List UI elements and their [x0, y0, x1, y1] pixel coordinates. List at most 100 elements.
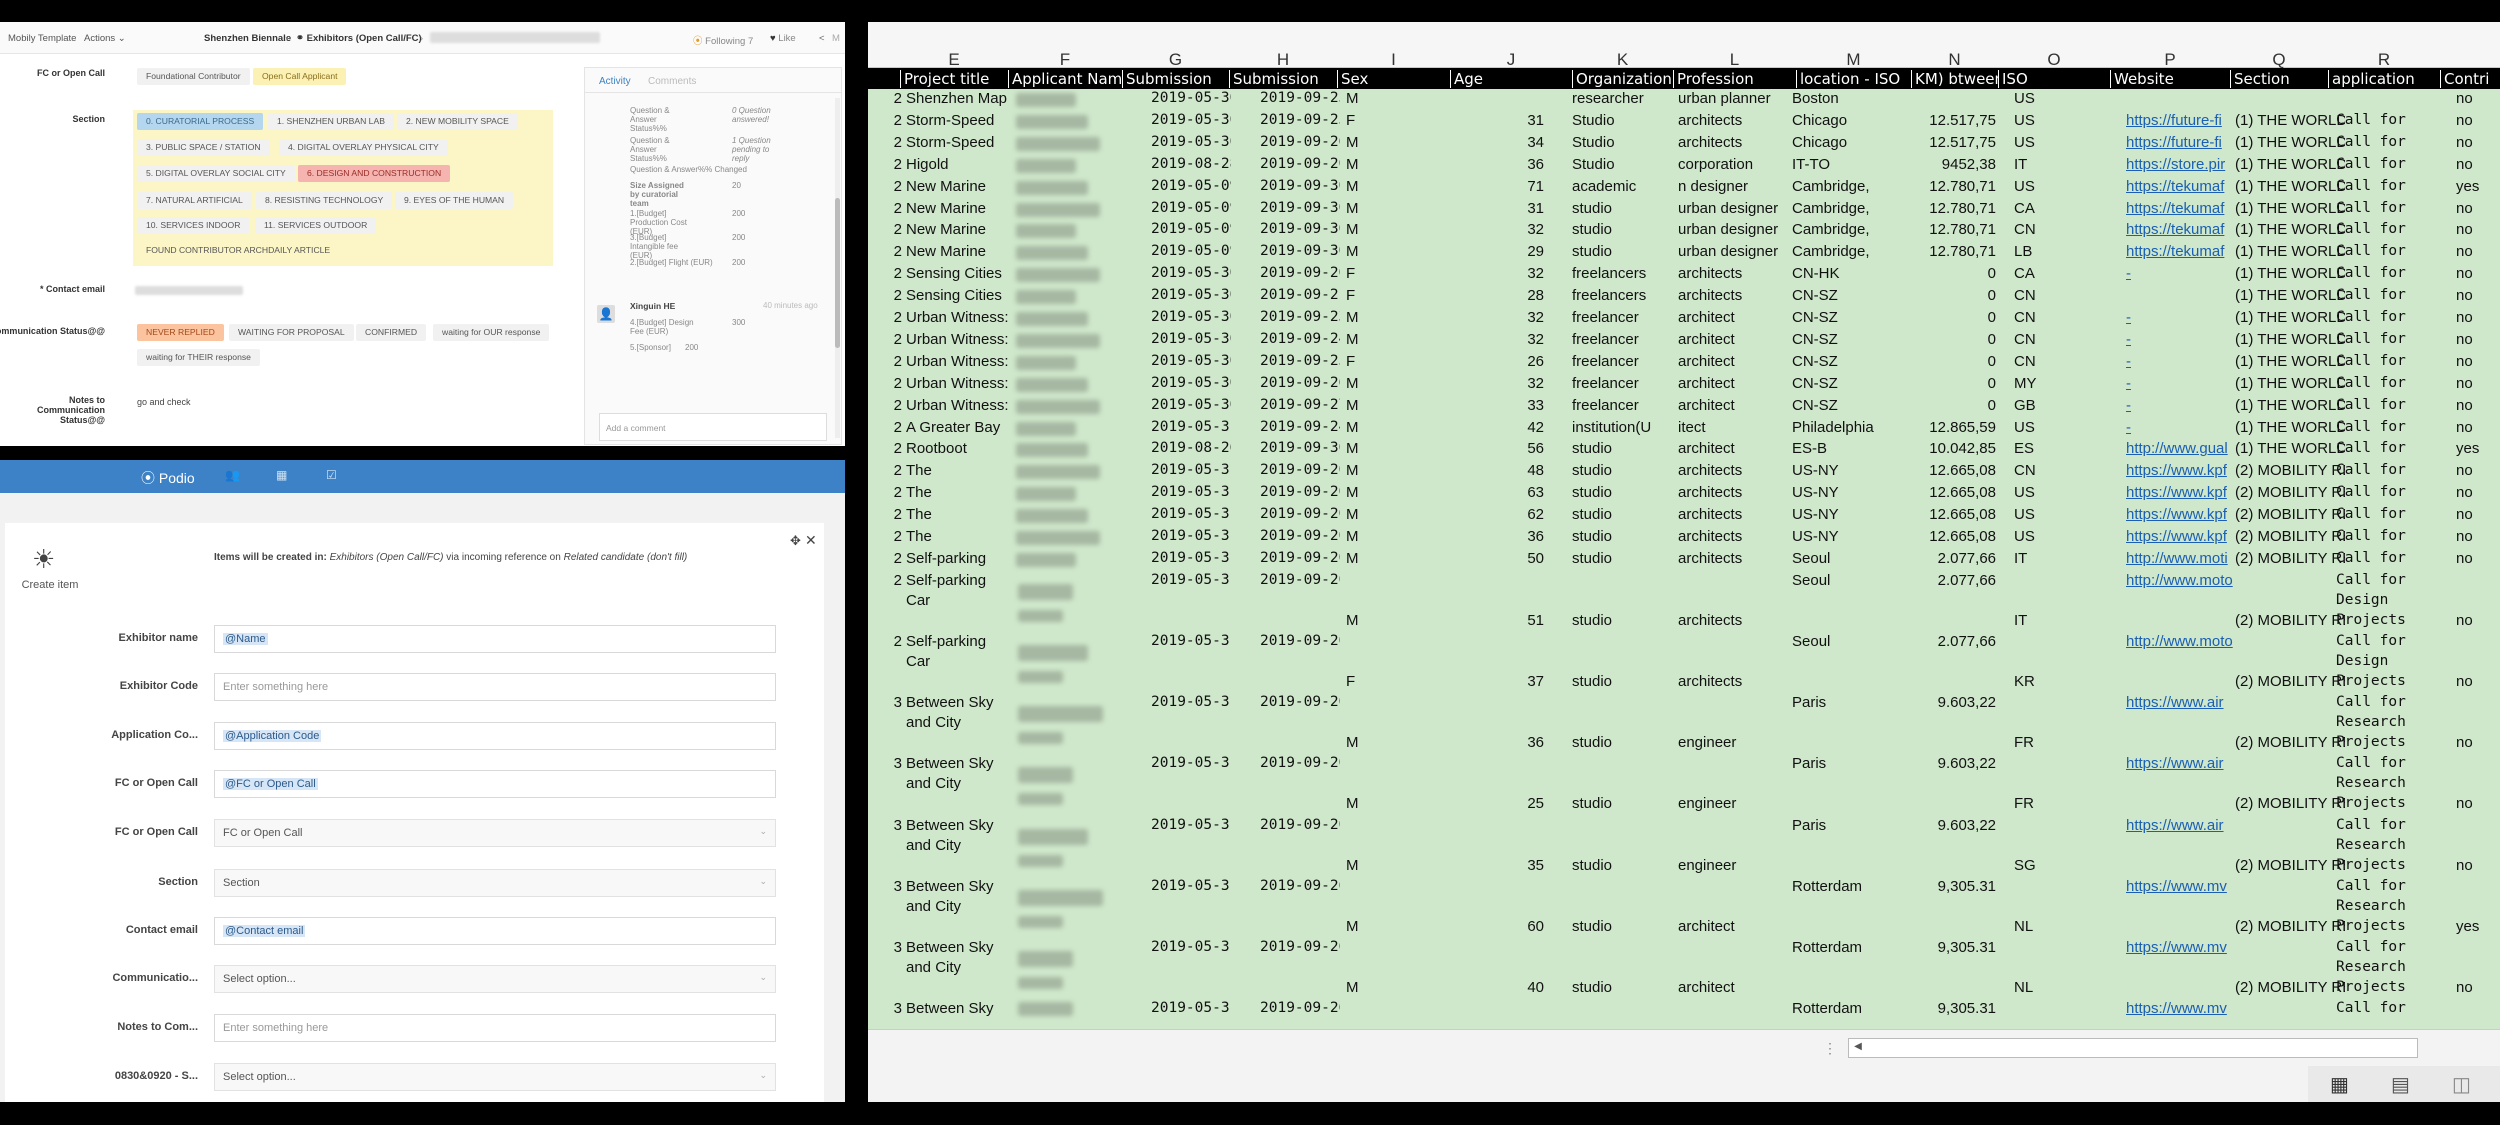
- submission-cell[interactable]: 2019-09-26: [1260, 134, 1340, 150]
- organization-cell[interactable]: studio: [1572, 221, 1672, 238]
- comm-option-our-response[interactable]: waiting for OUR response: [433, 324, 550, 341]
- row-num-cell[interactable]: 2: [888, 484, 902, 501]
- contribution-cell[interactable]: yes: [2456, 178, 2496, 195]
- contribution-cell[interactable]: no: [2456, 528, 2496, 545]
- age-cell[interactable]: 35: [1498, 857, 1544, 874]
- row-num-cell[interactable]: 2: [888, 243, 902, 260]
- profession-cell[interactable]: engineer: [1678, 795, 1788, 812]
- sex-cell[interactable]: M: [1346, 134, 1366, 151]
- submission-cell[interactable]: 2019-09-20: [1260, 506, 1340, 522]
- age-cell[interactable]: 42: [1498, 419, 1544, 436]
- website-cell[interactable]: https://www.mv: [2126, 939, 2236, 956]
- website-cell[interactable]: -: [2126, 419, 2236, 436]
- organization-cell[interactable]: freelancer: [1572, 375, 1672, 392]
- website-cell[interactable]: -: [2126, 265, 2236, 282]
- row-num-cell[interactable]: 2: [888, 462, 902, 479]
- podio-logo[interactable]: ⦿ Podio: [141, 468, 195, 488]
- submission-cell[interactable]: 2019-05-30: [1151, 309, 1231, 325]
- tab-activity[interactable]: Activity: [599, 76, 631, 87]
- website-cell[interactable]: https://www.kpf: [2126, 506, 2236, 523]
- sex-cell[interactable]: M: [1346, 200, 1366, 217]
- project-title-cell[interactable]: A Greater Bay: [906, 419, 1010, 436]
- application-cell[interactable]: Call for: [2336, 221, 2426, 237]
- comm-option-their-response[interactable]: waiting for THEIR response: [137, 349, 260, 366]
- section-cell[interactable]: (2) MOBILITY RE: [2235, 484, 2345, 501]
- section-cell[interactable]: (1) THE WORLD'S: [2235, 221, 2345, 238]
- section-cell[interactable]: (1) THE WORLD'S: [2235, 331, 2345, 348]
- age-cell[interactable]: 51: [1498, 612, 1544, 629]
- submission-cell[interactable]: 2019-09-30: [1260, 221, 1340, 237]
- submission-cell[interactable]: 2019-05-30: [1151, 353, 1231, 369]
- section-option-3[interactable]: 3. PUBLIC SPACE / STATION: [137, 139, 270, 156]
- distance-cell[interactable]: 0: [1898, 287, 1996, 304]
- profession-cell[interactable]: architect: [1678, 918, 1788, 935]
- row-num-cell[interactable]: 3: [888, 1000, 902, 1017]
- iso-cell[interactable]: CN: [2014, 309, 2054, 326]
- contribution-cell[interactable]: no: [2456, 462, 2496, 479]
- section-option-7[interactable]: 7. NATURAL ARTIFICIAL: [137, 192, 252, 209]
- row-num-cell[interactable]: 2: [888, 90, 902, 107]
- contribution-cell[interactable]: no: [2456, 243, 2496, 260]
- website-cell[interactable]: https://www.mv: [2126, 1000, 2236, 1017]
- website-cell[interactable]: https://www.air: [2126, 817, 2236, 834]
- age-cell[interactable]: 56: [1498, 440, 1544, 457]
- distance-cell[interactable]: 12.780,71: [1898, 200, 1996, 217]
- form-input[interactable]: Enter something here: [214, 1014, 776, 1042]
- website-cell[interactable]: -: [2126, 397, 2236, 414]
- following-button[interactable]: ⦿ Following 7: [693, 33, 753, 47]
- organization-cell[interactable]: studio: [1572, 462, 1672, 479]
- row-num-cell[interactable]: 2: [888, 200, 902, 217]
- location-cell[interactable]: US-NY: [1792, 484, 1907, 501]
- age-cell[interactable]: 31: [1498, 200, 1544, 217]
- sex-cell[interactable]: M: [1346, 734, 1366, 751]
- distance-cell[interactable]: 2.077,66: [1898, 572, 1996, 589]
- project-title-cell[interactable]: Between Sky: [906, 878, 1010, 895]
- contribution-cell[interactable]: no: [2456, 673, 2496, 690]
- organization-cell[interactable]: studio: [1572, 243, 1672, 260]
- profession-cell[interactable]: architects: [1678, 506, 1788, 523]
- application-cell[interactable]: Research: [2336, 959, 2426, 975]
- location-cell[interactable]: Seoul: [1792, 550, 1907, 567]
- distance-cell[interactable]: 12.865,59: [1898, 419, 1996, 436]
- distance-cell[interactable]: 9,305.31: [1898, 1000, 1996, 1017]
- iso-cell[interactable]: CN: [2014, 221, 2054, 238]
- submission-cell[interactable]: 2019-09-23: [1260, 309, 1340, 325]
- section-cell[interactable]: (1) THE WORLD'S: [2235, 419, 2345, 436]
- website-cell[interactable]: https://future-fi: [2126, 112, 2236, 129]
- organization-cell[interactable]: studio: [1572, 550, 1672, 567]
- distance-cell[interactable]: 12.780,71: [1898, 178, 1996, 195]
- page-layout-icon[interactable]: ▤: [2391, 1072, 2410, 1097]
- project-title-cell[interactable]: Between Sky: [906, 755, 1010, 772]
- location-cell[interactable]: CN-SZ: [1792, 331, 1907, 348]
- row-num-cell[interactable]: 2: [888, 287, 902, 304]
- contribution-cell[interactable]: no: [2456, 265, 2496, 282]
- website-cell[interactable]: -: [2126, 353, 2236, 370]
- profession-cell[interactable]: architects: [1678, 528, 1788, 545]
- sex-cell[interactable]: M: [1346, 550, 1366, 567]
- organization-cell[interactable]: Studio: [1572, 112, 1672, 129]
- sex-cell[interactable]: M: [1346, 90, 1366, 107]
- submission-cell[interactable]: 2019-09-24: [1260, 419, 1340, 435]
- row-num-cell[interactable]: 2: [888, 112, 902, 129]
- website-cell[interactable]: https://future-fi: [2126, 134, 2236, 151]
- submission-cell[interactable]: 2019-09-26: [1260, 939, 1340, 955]
- submission-cell[interactable]: 2019-09-20: [1260, 484, 1340, 500]
- sex-cell[interactable]: M: [1346, 331, 1366, 348]
- column-header[interactable]: Organization: [1572, 70, 1673, 88]
- application-cell[interactable]: Call for: [2336, 375, 2426, 391]
- application-cell[interactable]: Call for: [2336, 633, 2426, 649]
- project-title-cell[interactable]: Self-parking: [906, 572, 1010, 589]
- submission-cell[interactable]: 2019-09-27: [1260, 397, 1340, 413]
- sex-cell[interactable]: M: [1346, 397, 1366, 414]
- project-title-cell[interactable]: Urban Witness:: [906, 353, 1010, 370]
- distance-cell[interactable]: 0: [1898, 265, 1996, 282]
- column-header[interactable]: KM) btween SZ: [1911, 70, 1998, 88]
- column-letter[interactable]: Q: [2230, 50, 2328, 70]
- iso-cell[interactable]: GB: [2014, 397, 2054, 414]
- sex-cell[interactable]: M: [1346, 462, 1366, 479]
- application-cell[interactable]: Call for: [2336, 484, 2426, 500]
- submission-cell[interactable]: 2019-05-31: [1151, 817, 1231, 833]
- contribution-cell[interactable]: no: [2456, 550, 2496, 567]
- scroll-left-icon[interactable]: ◀: [1851, 1041, 1865, 1055]
- submission-cell[interactable]: 2019-05-31: [1151, 755, 1231, 771]
